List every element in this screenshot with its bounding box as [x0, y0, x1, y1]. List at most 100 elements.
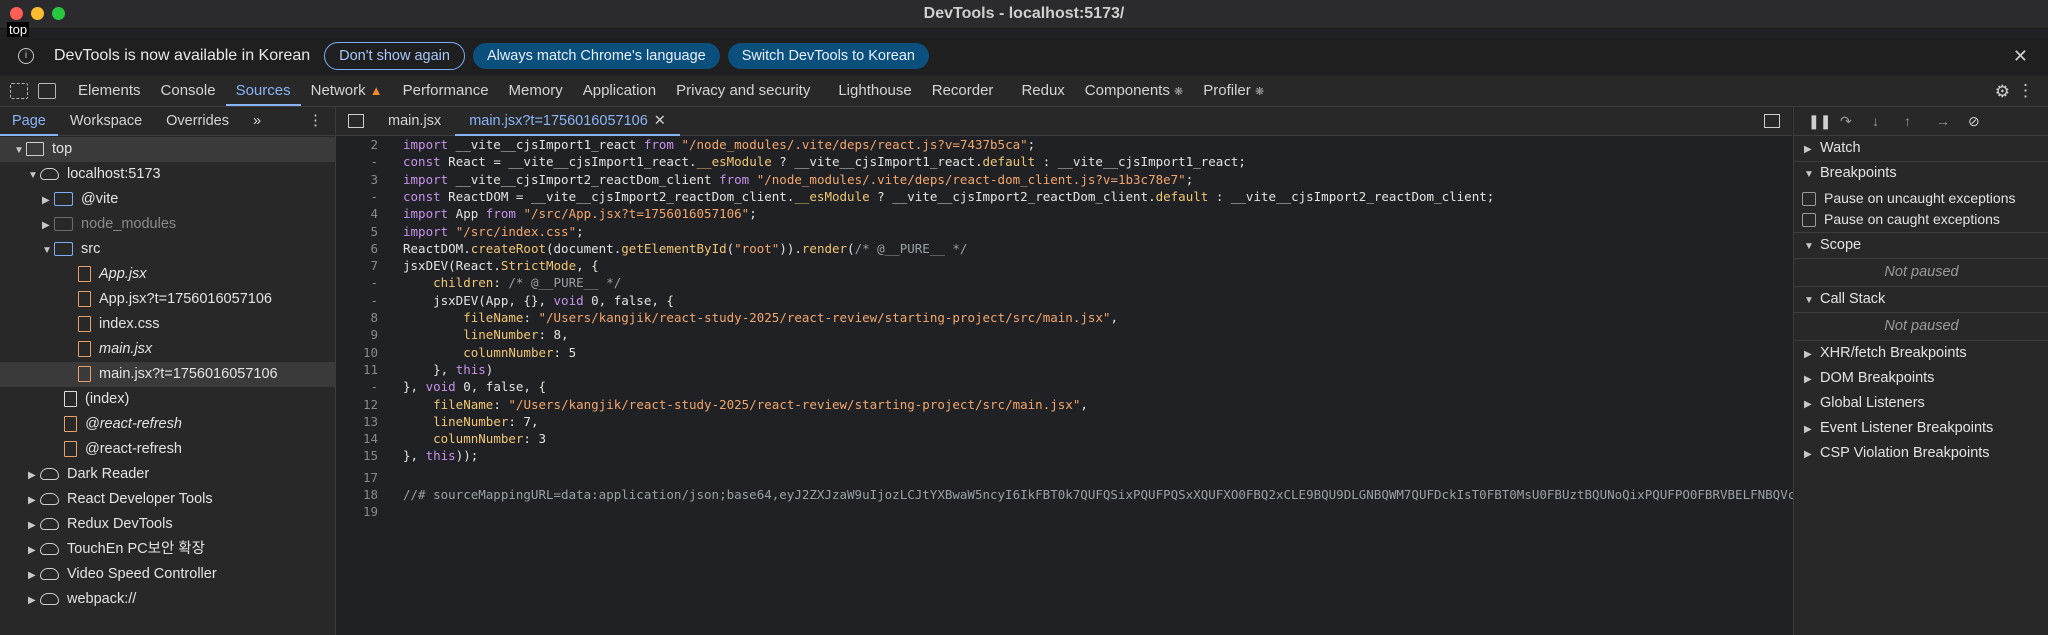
line-number[interactable]: 13 — [336, 413, 378, 430]
close-icon[interactable]: ✕ — [654, 113, 666, 129]
line-content: const ReactDOM = __vite__cjsImport2_reac… — [403, 188, 1494, 205]
line-number[interactable]: 9 — [336, 326, 378, 343]
pause-caught-checkbox[interactable] — [1802, 213, 1816, 228]
tab-lighthouse[interactable]: Lighthouse — [828, 76, 921, 106]
line-number[interactable]: - — [336, 153, 378, 170]
line-number[interactable]: 4 — [336, 205, 378, 222]
tree-item-node-modules[interactable]: ▶ node_modules — [0, 212, 335, 237]
editor-tab-main-jsx[interactable]: main.jsx — [374, 107, 455, 135]
section-global[interactable]: ▶ Global Listeners — [1794, 391, 2048, 416]
toggle-debugger-icon[interactable] — [1764, 114, 1780, 128]
tree-item-app-jsx-t[interactable]: App.jsx?t=1756016057106 — [0, 287, 335, 312]
tree-item-src[interactable]: ▼ src — [0, 237, 335, 262]
pause-icon[interactable]: ❚❚ — [1808, 113, 1831, 130]
tab-elements[interactable]: Elements — [68, 76, 151, 106]
close-icon[interactable]: ✕ — [2013, 46, 2028, 67]
tab-workspace[interactable]: Workspace — [58, 107, 154, 135]
line-number[interactable]: 14 — [336, 430, 378, 447]
section-event[interactable]: ▶ Event Listener Breakpoints — [1794, 416, 2048, 441]
toggle-navigator-icon[interactable] — [348, 114, 364, 128]
code-token: /* @__PURE__ */ — [854, 240, 968, 256]
gear-icon[interactable]: ⚙ — [1995, 82, 2010, 102]
tab-memory[interactable]: Memory — [499, 76, 573, 106]
cloud-icon — [40, 518, 59, 531]
tree-item-index[interactable]: (index) — [0, 387, 335, 412]
tree-item-react-refresh[interactable]: @react-refresh — [0, 412, 335, 437]
tree-item-top[interactable]: ▼ top — [0, 137, 335, 162]
tab-network[interactable]: Network ▲ — [301, 76, 393, 106]
tree-item-main-jsx-t[interactable]: main.jsx?t=1756016057106 — [0, 362, 335, 387]
editor-tab-main-jsx-t[interactable]: main.jsx?t=1756016057106 ✕ — [455, 107, 680, 136]
pause-uncaught-checkbox[interactable] — [1802, 192, 1816, 207]
tree-item-app-jsx[interactable]: App.jsx — [0, 262, 335, 287]
line-number[interactable]: 17 — [336, 469, 378, 486]
tree-item-react-refresh[interactable]: @react-refresh — [0, 437, 335, 462]
line-number[interactable]: 12 — [336, 396, 378, 413]
step-icon[interactable]: → — [1936, 113, 1954, 129]
step-over-icon[interactable]: ↷ — [1840, 113, 1858, 130]
dont-show-again-button[interactable]: Don't show again — [324, 42, 465, 70]
line-number[interactable]: 18 — [336, 486, 378, 503]
tab-performance[interactable]: Performance — [393, 76, 499, 106]
tab-recorder[interactable]: Recorder — [922, 76, 1004, 106]
tree-item-main-jsx[interactable]: main.jsx — [0, 337, 335, 362]
inspect-element-icon[interactable] — [10, 83, 28, 99]
editor-tabs: main.jsx main.jsx?t=1756016057106 ✕ — [336, 107, 1792, 136]
kebab-menu-icon[interactable]: ⋮ — [2017, 81, 2034, 101]
line-number[interactable]: 11 — [336, 361, 378, 378]
line-number[interactable]: 15 — [336, 447, 378, 464]
line-number[interactable]: - — [336, 378, 378, 395]
more-tabs-icon[interactable]: » — [241, 107, 273, 135]
line-number[interactable]: 19 — [336, 503, 378, 520]
line-number[interactable]: 7 — [336, 257, 378, 274]
section-xhr[interactable]: ▶ XHR/fetch Breakpoints — [1794, 341, 2048, 366]
line-number[interactable]: - — [336, 188, 378, 205]
section-dom[interactable]: ▶ DOM Breakpoints — [1794, 366, 2048, 391]
tab-page[interactable]: Page — [0, 107, 58, 136]
section-call-stack[interactable]: ▼ Call Stack — [1794, 287, 2048, 313]
pause-caught-row[interactable]: Pause on caught exceptions — [1794, 207, 2048, 233]
tab-privacy[interactable]: Privacy and security — [666, 76, 820, 106]
line-number[interactable]: 5 — [336, 223, 378, 240]
section-scope[interactable]: ▼ Scope — [1794, 233, 2048, 259]
tab-application[interactable]: Application — [573, 76, 666, 106]
line-number[interactable]: - — [336, 292, 378, 309]
section-breakpoints[interactable]: ▼ Breakpoints — [1794, 161, 2048, 186]
line-number[interactable]: 8 — [336, 309, 378, 326]
tab-profiler[interactable]: Profiler ❋ — [1193, 76, 1274, 106]
tree-item-video-speed[interactable]: ▶ Video Speed Controller — [0, 562, 335, 587]
step-out-icon[interactable]: ↑ — [1904, 113, 1922, 129]
line-number[interactable]: - — [336, 274, 378, 291]
tree-item-react-devtools[interactable]: ▶ React Developer Tools — [0, 487, 335, 512]
line-number[interactable]: 10 — [336, 344, 378, 361]
step-into-icon[interactable]: ↓ — [1872, 113, 1890, 129]
code-token: "/Users/kangjik/react-study-2025/react-r… — [508, 396, 1081, 412]
tree-item-index-css[interactable]: index.css — [0, 312, 335, 337]
section-csp[interactable]: ▶ CSP Violation Breakpoints — [1794, 441, 2048, 466]
tab-sources[interactable]: Sources — [225, 76, 301, 106]
device-toolbar-icon[interactable] — [38, 83, 56, 99]
section-watch[interactable]: ▶ Watch — [1794, 136, 2048, 162]
tab-redux[interactable]: Redux — [1011, 76, 1074, 106]
line-number[interactable]: 3 — [336, 171, 378, 188]
line-content: columnNumber: 3 — [403, 430, 546, 447]
tab-overrides[interactable]: Overrides — [154, 107, 241, 135]
kebab-menu-icon[interactable]: ⋮ — [308, 111, 323, 129]
tree-item-redux-devtools[interactable]: ▶ Redux DevTools — [0, 512, 335, 537]
file-icon — [78, 291, 91, 308]
chevron-right-icon: ▶ — [42, 220, 50, 231]
match-chrome-language-button[interactable]: Always match Chrome's language — [472, 43, 720, 69]
tree-item-webpack[interactable]: ▶ webpack:// — [0, 587, 335, 612]
deactivate-breakpoints-icon[interactable]: ⊘ — [1968, 113, 1986, 130]
line-number[interactable]: 2 — [336, 136, 378, 153]
switch-to-korean-button[interactable]: Switch DevTools to Korean — [727, 43, 929, 69]
tree-item-vite[interactable]: ▶ @vite — [0, 187, 335, 212]
line-number[interactable]: 6 — [336, 240, 378, 257]
tab-console[interactable]: Console — [151, 76, 226, 106]
tree-item-touchen[interactable]: ▶ TouchEn PC보안 확장 — [0, 537, 335, 562]
tab-components[interactable]: Components ❋ — [1075, 76, 1193, 106]
tree-label: Video Speed Controller — [67, 566, 217, 582]
chevron-right-icon: ▶ — [28, 520, 36, 531]
tree-item-dark-reader[interactable]: ▶ Dark Reader — [0, 462, 335, 487]
tree-item-localhost[interactable]: ▼ localhost:5173 — [0, 162, 335, 187]
